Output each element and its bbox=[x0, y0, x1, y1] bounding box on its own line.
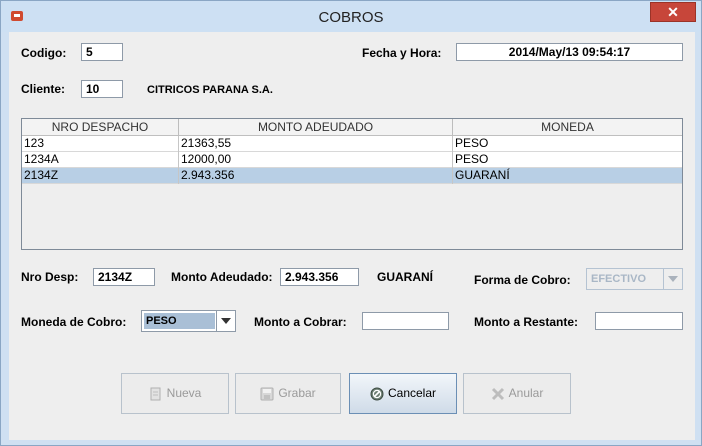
fecha-label: Fecha y Hora: bbox=[362, 46, 442, 60]
codigo-label: Codigo: bbox=[21, 46, 67, 60]
cancelar-button[interactable]: Cancelar bbox=[349, 373, 457, 414]
nro-desp-label: Nro Desp: bbox=[21, 270, 79, 284]
table-row[interactable]: 123 21363,55 PESO bbox=[22, 136, 682, 152]
cliente-name: CITRICOS PARANA S.A. bbox=[147, 84, 273, 96]
forma-cobro-dropdown[interactable]: EFECTIVO bbox=[586, 268, 683, 290]
table-row[interactable]: 1234A 12000,00 PESO bbox=[22, 152, 682, 168]
forma-cobro-value: EFECTIVO bbox=[591, 273, 647, 285]
cell-monto: 12000,00 bbox=[179, 152, 453, 168]
anular-button[interactable]: Anular bbox=[463, 373, 571, 414]
cliente-field[interactable]: 10 bbox=[81, 80, 123, 98]
cell-moneda: PESO bbox=[455, 152, 489, 166]
moneda-text: GUARANÍ bbox=[377, 270, 433, 284]
form-panel: Codigo: 5 Fecha y Hora: 2014/May/13 09:5… bbox=[9, 32, 695, 440]
cobros-window: COBROS ✕ Codigo: 5 Fecha y Hora: 2014/Ma… bbox=[0, 0, 702, 446]
fecha-field[interactable]: 2014/May/13 09:54:17 bbox=[456, 43, 683, 61]
cell-monto: 2.943.356 bbox=[179, 168, 453, 184]
cell-nro-despacho: 123 bbox=[22, 136, 179, 152]
moneda-cobro-value: PESO bbox=[144, 313, 215, 329]
cell-nro-despacho: 2134Z bbox=[22, 168, 179, 184]
nueva-label: Nueva bbox=[166, 386, 202, 400]
moneda-cobro-dropdown[interactable]: PESO bbox=[141, 310, 236, 332]
monto-adeudado-label: Monto Adeudado: bbox=[171, 270, 273, 284]
nro-desp-field[interactable]: 2134Z bbox=[93, 268, 155, 286]
grabar-label: Grabar bbox=[278, 386, 316, 400]
new-document-icon bbox=[150, 387, 161, 401]
anular-label: Anular bbox=[508, 386, 544, 400]
chevron-down-icon bbox=[663, 269, 682, 289]
cell-monto: 21363,55 bbox=[179, 136, 453, 152]
nueva-button[interactable]: Nueva bbox=[121, 373, 229, 414]
cancelar-label: Cancelar bbox=[387, 386, 437, 400]
despachos-table[interactable]: NRO DESPACHO MONTO ADEUDADO MONEDA 123 2… bbox=[21, 118, 683, 250]
monto-restante-label: Monto a Restante: bbox=[474, 315, 579, 329]
cancel-icon bbox=[370, 387, 384, 401]
save-icon bbox=[260, 387, 274, 401]
cell-moneda: PESO bbox=[455, 136, 489, 150]
forma-cobro-label: Forma de Cobro: bbox=[474, 273, 571, 287]
column-nro-despacho[interactable]: NRO DESPACHO bbox=[22, 119, 179, 135]
monto-cobrar-field[interactable] bbox=[362, 312, 449, 330]
delete-x-icon bbox=[491, 387, 504, 400]
table-row-selected[interactable]: 2134Z 2.943.356 GUARANÍ bbox=[22, 168, 682, 184]
cliente-label: Cliente: bbox=[21, 82, 66, 96]
column-moneda[interactable]: MONEDA bbox=[453, 119, 682, 135]
title-bar[interactable]: COBROS ✕ bbox=[1, 1, 701, 32]
codigo-field[interactable]: 5 bbox=[81, 43, 123, 61]
cell-nro-despacho: 1234A bbox=[22, 152, 179, 168]
table-header: NRO DESPACHO MONTO ADEUDADO MONEDA bbox=[22, 119, 682, 136]
monto-restante-field[interactable] bbox=[595, 312, 683, 330]
chevron-down-icon bbox=[216, 311, 235, 331]
monto-adeudado-field[interactable]: 2.943.356 bbox=[280, 268, 359, 286]
window-title: COBROS bbox=[318, 9, 384, 26]
moneda-cobro-label: Moneda de Cobro: bbox=[21, 315, 127, 329]
monto-cobrar-label: Monto a Cobrar: bbox=[254, 315, 347, 329]
close-button[interactable]: ✕ bbox=[650, 2, 696, 22]
cell-moneda: GUARANÍ bbox=[455, 168, 510, 182]
column-monto-adeudado[interactable]: MONTO ADEUDADO bbox=[179, 119, 453, 135]
grabar-button[interactable]: Grabar bbox=[235, 373, 341, 414]
